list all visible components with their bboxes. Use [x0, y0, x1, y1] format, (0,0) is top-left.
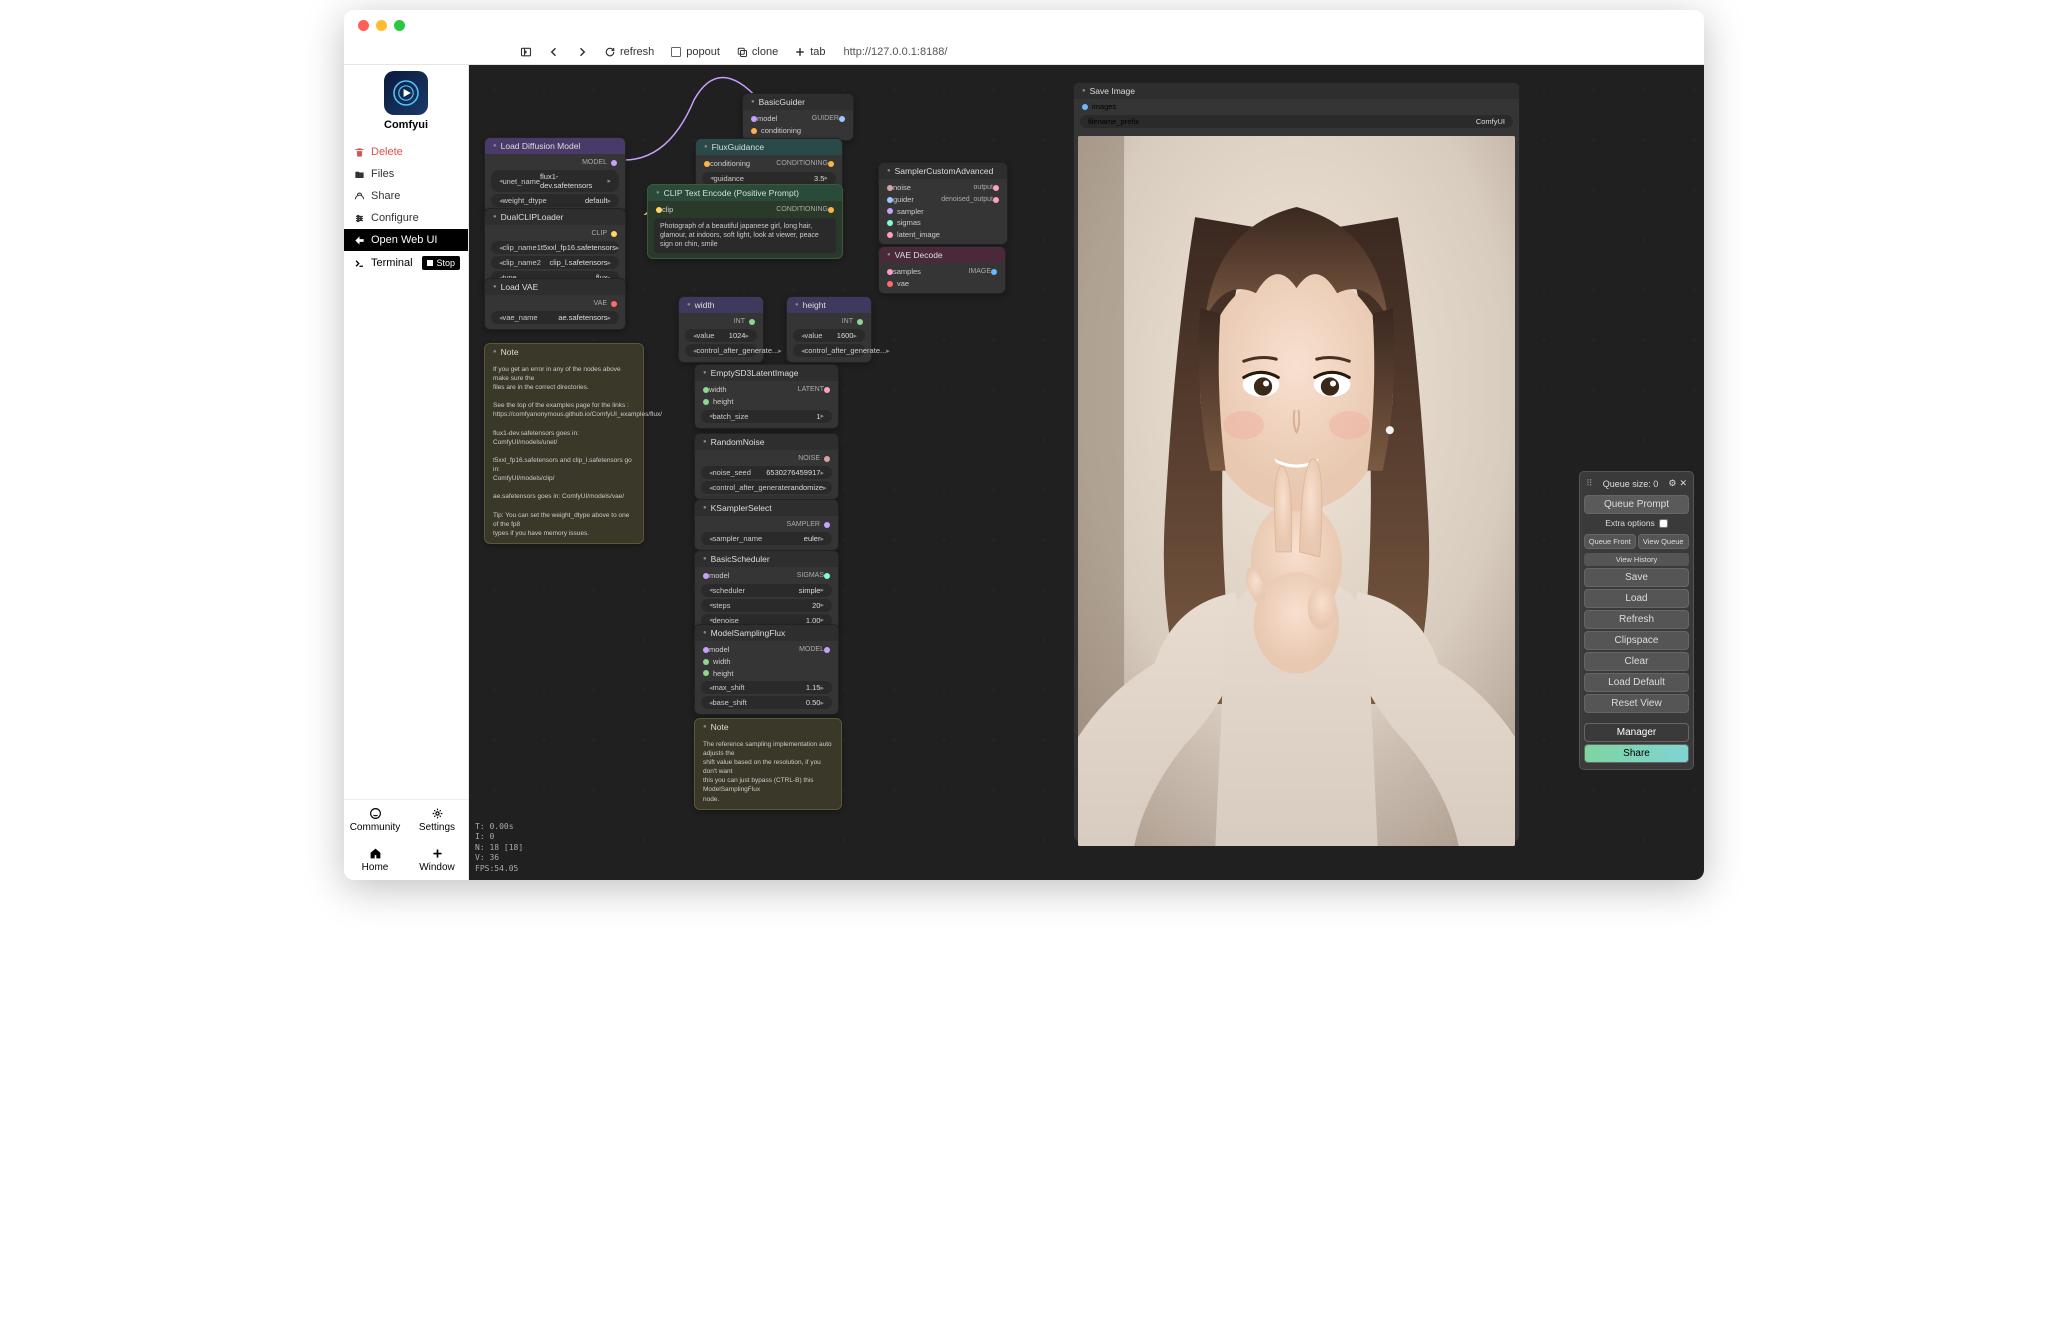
panel-settings-icon[interactable]: ⚙	[1668, 478, 1676, 489]
node-load-vae[interactable]: Load VAE VAE ◂vae_nameae.safetensors▸	[484, 278, 626, 330]
node-basic-guider[interactable]: BasicGuider modelGUIDER conditioning	[742, 93, 854, 141]
node-load-diffusion-model[interactable]: Load Diffusion Model MODEL ◂unet_nameflu…	[484, 137, 626, 213]
output-preview-image[interactable]	[1078, 136, 1515, 846]
view-history-button[interactable]: View History	[1584, 553, 1689, 566]
stop-button[interactable]: Stop	[422, 256, 460, 270]
share-button[interactable]: Share	[1584, 744, 1689, 763]
refresh-button[interactable]: refresh	[598, 43, 660, 61]
sidebar-label-delete: Delete	[371, 146, 403, 158]
node-height[interactable]: height INT ◂value1600▸ ◂control_after_ge…	[786, 296, 872, 363]
minimize-window-dot[interactable]	[376, 20, 387, 31]
extra-options-checkbox[interactable]: Extra options	[1584, 516, 1689, 530]
sidebar-item-configure[interactable]: Configure	[344, 207, 468, 229]
sidebar-item-delete[interactable]: Delete	[344, 141, 468, 163]
node-model-sampling-flux[interactable]: ModelSamplingFlux modelMODEL width heigh…	[694, 624, 839, 715]
sidebar-item-files[interactable]: Files	[344, 163, 468, 185]
community-button[interactable]: Community	[344, 800, 406, 840]
panel-load-button[interactable]: Load	[1584, 589, 1689, 608]
panel-clipspace-button[interactable]: Clipspace	[1584, 631, 1689, 650]
new-tab-button[interactable]: tab	[788, 43, 831, 61]
queue-panel[interactable]: ⠿ Queue size: 0 ⚙ ✕ Queue Prompt Extra o…	[1579, 471, 1694, 770]
panel-reset-view-button[interactable]: Reset View	[1584, 694, 1689, 713]
url-bar[interactable]: http://127.0.0.1:8188/	[844, 46, 1697, 58]
view-queue-button[interactable]: View Queue	[1638, 534, 1690, 549]
sidebar-label-files: Files	[371, 168, 394, 180]
panel-load-default-button[interactable]: Load Default	[1584, 673, 1689, 692]
sidebar-label-openwebui: Open Web UI	[371, 234, 437, 246]
sidebar-label-terminal: Terminal	[371, 257, 413, 269]
node-empty-latent[interactable]: EmptySD3LatentImage widthLATENT height ◂…	[694, 364, 839, 429]
window-titlebar	[344, 10, 1704, 40]
canvas-stats: T: 0.00s I: 0 N: 18 [18] V: 36 FPS:54.05	[475, 822, 523, 874]
node-basic-scheduler[interactable]: BasicScheduler modelSIGMAS ◂schedulersim…	[694, 550, 839, 633]
nav-forward-button[interactable]	[570, 43, 594, 61]
node-graph-canvas[interactable]: Load Diffusion Model MODEL ◂unet_nameflu…	[469, 65, 1704, 880]
sidebar-item-share[interactable]: Share	[344, 185, 468, 207]
manager-button[interactable]: Manager	[1584, 723, 1689, 742]
node-width[interactable]: width INT ◂value1024▸ ◂control_after_gen…	[678, 296, 764, 363]
node-ksampler-select[interactable]: KSamplerSelect SAMPLER ◂sampler_nameeule…	[694, 499, 839, 551]
node-sampler-custom-advanced[interactable]: SamplerCustomAdvanced noiseoutput guider…	[878, 162, 1008, 245]
node-flux-guidance[interactable]: FluxGuidance conditioningCONDITIONING ◂g…	[695, 138, 843, 191]
nav-back-button[interactable]	[542, 43, 566, 61]
panel-save-button[interactable]: Save	[1584, 568, 1689, 587]
queue-prompt-button[interactable]: Queue Prompt	[1584, 495, 1689, 514]
node-save-image[interactable]: Save Image images filename_prefixComfyUI	[1073, 82, 1520, 842]
settings-button[interactable]: Settings	[406, 800, 468, 840]
close-window-dot[interactable]	[358, 20, 369, 31]
prompt-textbox[interactable]: Photograph of a beautiful japanese girl,…	[654, 218, 836, 253]
node-vae-decode[interactable]: VAE Decode samplesIMAGE vae	[878, 246, 1006, 294]
maximize-window-dot[interactable]	[394, 20, 405, 31]
node-random-noise[interactable]: RandomNoise NOISE ◂noise_seed65302764599…	[694, 433, 839, 500]
app-logo	[384, 71, 428, 115]
sidebar-item-terminal[interactable]: Terminal Stop	[344, 251, 468, 275]
sidebar-label-configure: Configure	[371, 212, 419, 224]
node-note-1[interactable]: Note If you get an error in any of the n…	[484, 343, 644, 544]
node-note-2[interactable]: Note The reference sampling implementati…	[694, 718, 842, 810]
panel-close-icon[interactable]: ✕	[1679, 478, 1687, 489]
toolbar: refresh popout clone tab http://127.0.0.…	[344, 40, 1704, 65]
sidebar: Comfyui Delete Files Share Configure Ope…	[344, 65, 469, 880]
popout-button[interactable]: popout	[664, 43, 726, 61]
app-name: Comfyui	[344, 119, 468, 131]
window-button[interactable]: Window	[406, 840, 468, 880]
queue-front-button[interactable]: Queue Front	[1584, 534, 1636, 549]
panel-clear-button[interactable]: Clear	[1584, 652, 1689, 671]
sidebar-item-open-web-ui[interactable]: Open Web UI	[344, 229, 468, 251]
panel-refresh-button[interactable]: Refresh	[1584, 610, 1689, 629]
sidebar-label-share: Share	[371, 190, 400, 202]
clone-button[interactable]: clone	[730, 43, 784, 61]
node-clip-text-encode[interactable]: CLIP Text Encode (Positive Prompt) clipC…	[647, 184, 843, 259]
home-button[interactable]: Home	[344, 840, 406, 880]
dock-icon[interactable]	[514, 43, 538, 61]
